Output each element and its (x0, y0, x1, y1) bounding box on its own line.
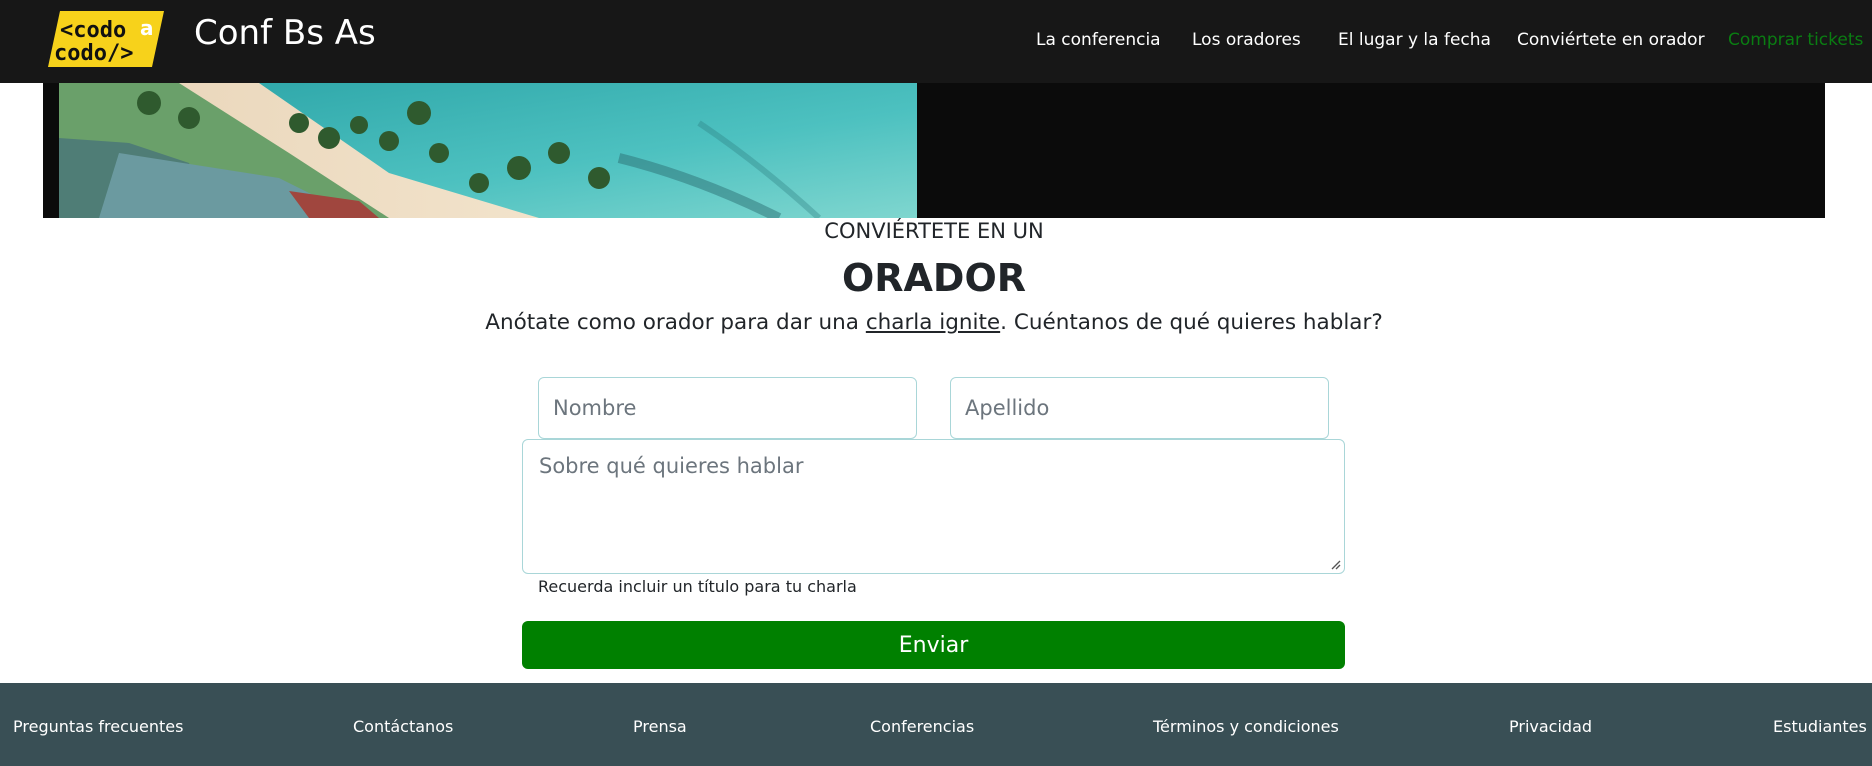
footer-estudiantes[interactable]: Estudiantes (1773, 717, 1867, 736)
enviar-button[interactable]: Enviar (522, 621, 1345, 669)
navbar: <codo a codo/> Conf Bs As La conferencia… (0, 0, 1872, 83)
section-lead: Anótate como orador para dar una charla … (0, 310, 1868, 335)
footer-prensa[interactable]: Prensa (633, 717, 687, 736)
section-eyebrow: CONVIÉRTETE EN UN (824, 219, 1044, 243)
lead-text-start: Anótate como orador para dar una (485, 310, 866, 335)
footer-contactanos[interactable]: Contáctanos (353, 717, 453, 736)
footer-preguntas-frecuentes[interactable]: Preguntas frecuentes (13, 717, 183, 736)
nav-la-conferencia[interactable]: La conferencia (1036, 30, 1161, 50)
svg-text:a: a (140, 16, 154, 40)
footer-terminos-y-condiciones[interactable]: Términos y condiciones (1153, 717, 1339, 736)
brand-title[interactable]: Conf Bs As (194, 13, 376, 53)
svg-text:<codo: <codo (60, 18, 126, 43)
footer-conferencias[interactable]: Conferencias (870, 717, 974, 736)
lead-text-end: . Cuéntanos de qué quieres hablar? (1000, 310, 1383, 335)
nav-los-oradores[interactable]: Los oradores (1192, 30, 1301, 50)
svg-text:codo/>: codo/> (54, 41, 133, 66)
tema-textarea[interactable] (522, 439, 1345, 574)
charla-ignite-link[interactable]: charla ignite (866, 310, 1000, 335)
codo-a-codo-logo[interactable]: <codo a codo/> (48, 11, 164, 67)
footer-privacidad[interactable]: Privacidad (1509, 717, 1592, 736)
form-hint: Recuerda incluir un título para tu charl… (538, 577, 857, 596)
nombre-input[interactable] (538, 377, 917, 439)
apellido-input[interactable] (950, 377, 1329, 439)
hero-banner (43, 83, 1825, 218)
footer: Preguntas frecuentes Contáctanos Prensa … (0, 683, 1872, 766)
beach-aerial-image (59, 83, 917, 218)
nav-el-lugar-y-la-fecha[interactable]: El lugar y la fecha (1338, 30, 1491, 50)
resize-grip-icon[interactable] (1329, 558, 1341, 570)
nav-conviertete-en-orador[interactable]: Conviértete en orador (1517, 30, 1705, 50)
nav-comprar-tickets[interactable]: Comprar tickets (1728, 30, 1863, 50)
section-title: ORADOR (841, 256, 1027, 300)
